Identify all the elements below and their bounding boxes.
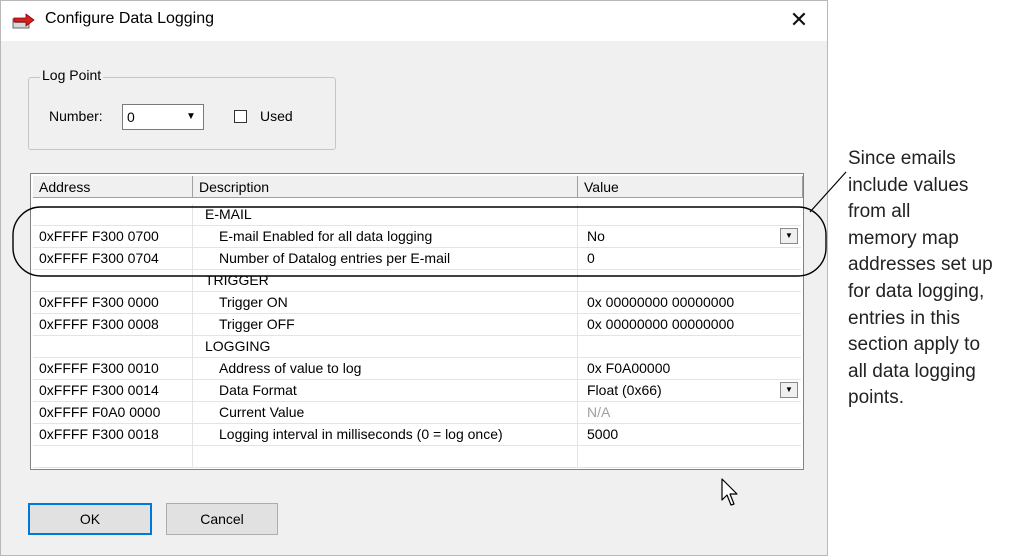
- address-cell: [33, 446, 193, 467]
- column-header-address[interactable]: Address: [33, 176, 193, 198]
- value-cell[interactable]: Float (0x66): [578, 380, 801, 401]
- description-cell: Current Value: [193, 402, 578, 423]
- annotation-line: Since emails: [848, 148, 956, 169]
- address-cell: 0xFFFF F300 0000: [33, 292, 193, 313]
- address-cell: [33, 336, 193, 357]
- number-value: 0: [127, 109, 135, 125]
- annotation-line: section apply to: [848, 334, 981, 356]
- annotation-line: include values: [848, 174, 969, 196]
- number-select[interactable]: 0 ▼: [122, 104, 204, 130]
- table-row[interactable]: 0xFFFF F300 0014 Data Format Float (0x66) ▼: [33, 380, 801, 402]
- description-cell: Number of Datalog entries per E-mail: [193, 248, 578, 269]
- address-cell: 0xFFFF F300 0008: [33, 314, 193, 335]
- callout-annotation: Since emails include values from all memory…: [848, 146, 1016, 412]
- table-section-row: LOGGING: [33, 336, 801, 358]
- address-cell: [33, 270, 193, 291]
- address-cell: 0xFFFF F300 0014: [33, 380, 193, 401]
- table-row[interactable]: 0xFFFF F300 0018 Logging interval in mill…: [33, 424, 801, 446]
- chevron-down-icon[interactable]: ▼: [181, 107, 201, 127]
- value-cell[interactable]: 0x F0A00000: [578, 358, 801, 379]
- table-row[interactable]: 0xFFFF F300 0008 Trigger OFF 0x 00000000 0…: [33, 314, 801, 336]
- address-cell: 0xFFFF F0A0 0000: [33, 402, 193, 423]
- value-cell[interactable]: No: [578, 226, 801, 247]
- annotation-line: all data logging: [848, 360, 976, 382]
- title-bar[interactable]: Configure Data Logging ✕: [1, 1, 827, 41]
- annotation-line: entries in this: [848, 307, 960, 329]
- description-cell: [193, 446, 578, 467]
- description-cell: Trigger OFF: [193, 314, 578, 335]
- annotation-line: addresses set up: [848, 254, 993, 276]
- address-cell: 0xFFFF F300 0704: [33, 248, 193, 269]
- address-cell: 0xFFFF F300 0010: [33, 358, 193, 379]
- value-cell[interactable]: 0: [578, 248, 801, 269]
- table-row: [33, 446, 801, 468]
- column-header-description[interactable]: Description: [193, 176, 578, 198]
- log-point-legend: Log Point: [40, 67, 104, 83]
- used-label: Used: [260, 108, 293, 124]
- value-cell: [578, 446, 801, 467]
- value-cell: [578, 204, 801, 225]
- section-label: TRIGGER: [193, 270, 578, 291]
- configure-data-logging-dialog: Configure Data Logging ✕ Log Point Numbe…: [0, 0, 828, 556]
- value-cell: N/A: [587, 404, 611, 420]
- section-label: LOGGING: [193, 336, 578, 357]
- address-cell: 0xFFFF F300 0018: [33, 424, 193, 445]
- chevron-down-icon[interactable]: ▼: [780, 228, 798, 244]
- annotation-line: from all: [848, 201, 911, 223]
- cancel-button[interactable]: Cancel: [166, 503, 278, 535]
- table-section-row: TRIGGER: [33, 270, 801, 292]
- description-cell: Address of value to log: [193, 358, 578, 379]
- table-row[interactable]: 0xFFFF F300 0010 Address of value to log 0…: [33, 358, 801, 380]
- table-row[interactable]: 0xFFFF F300 0000 Trigger ON 0x 00000000 00…: [33, 292, 801, 314]
- mouse-pointer-icon: [721, 478, 738, 506]
- description-cell: E-mail Enabled for all data logging: [193, 226, 578, 247]
- annotation-line: memory map: [848, 227, 959, 249]
- description-cell: Trigger ON: [193, 292, 578, 313]
- value-cell: [578, 270, 801, 291]
- value-cell[interactable]: 0x 00000000 00000000: [578, 314, 801, 335]
- data-logging-icon: [12, 13, 35, 29]
- address-cell: [33, 204, 193, 225]
- address-cell: 0xFFFF F300 0700: [33, 226, 193, 247]
- value-cell[interactable]: 5000: [578, 424, 801, 445]
- close-icon: ✕: [789, 7, 809, 32]
- description-cell: Logging interval in milliseconds (0 = lo…: [193, 424, 578, 445]
- number-label: Number:: [49, 108, 103, 124]
- table-row[interactable]: 0xFFFF F300 0704 Number of Datalog entrie…: [33, 248, 801, 270]
- ok-button[interactable]: OK: [28, 503, 152, 535]
- used-checkbox[interactable]: [234, 110, 247, 123]
- annotation-line: for data logging,: [848, 280, 985, 302]
- close-button[interactable]: ✕: [783, 9, 815, 33]
- data-logging-grid[interactable]: Address Description Value E-MAIL 0xFFFF F…: [30, 173, 804, 470]
- column-header-value[interactable]: Value: [578, 176, 803, 198]
- annotation-line: points.: [848, 387, 904, 409]
- table-row[interactable]: 0xFFFF F300 0700 E-mail Enabled for all d…: [33, 226, 801, 248]
- chevron-down-icon[interactable]: ▼: [780, 382, 798, 398]
- dialog-title: Configure Data Logging: [45, 10, 215, 27]
- description-cell: Data Format: [193, 380, 578, 401]
- table-section-row: E-MAIL: [33, 204, 801, 226]
- table-row[interactable]: 0xFFFF F0A0 0000 Current Value N/A: [33, 402, 801, 424]
- value-cell[interactable]: 0x 00000000 00000000: [578, 292, 801, 313]
- value-cell: [578, 336, 801, 357]
- section-label: E-MAIL: [193, 204, 578, 225]
